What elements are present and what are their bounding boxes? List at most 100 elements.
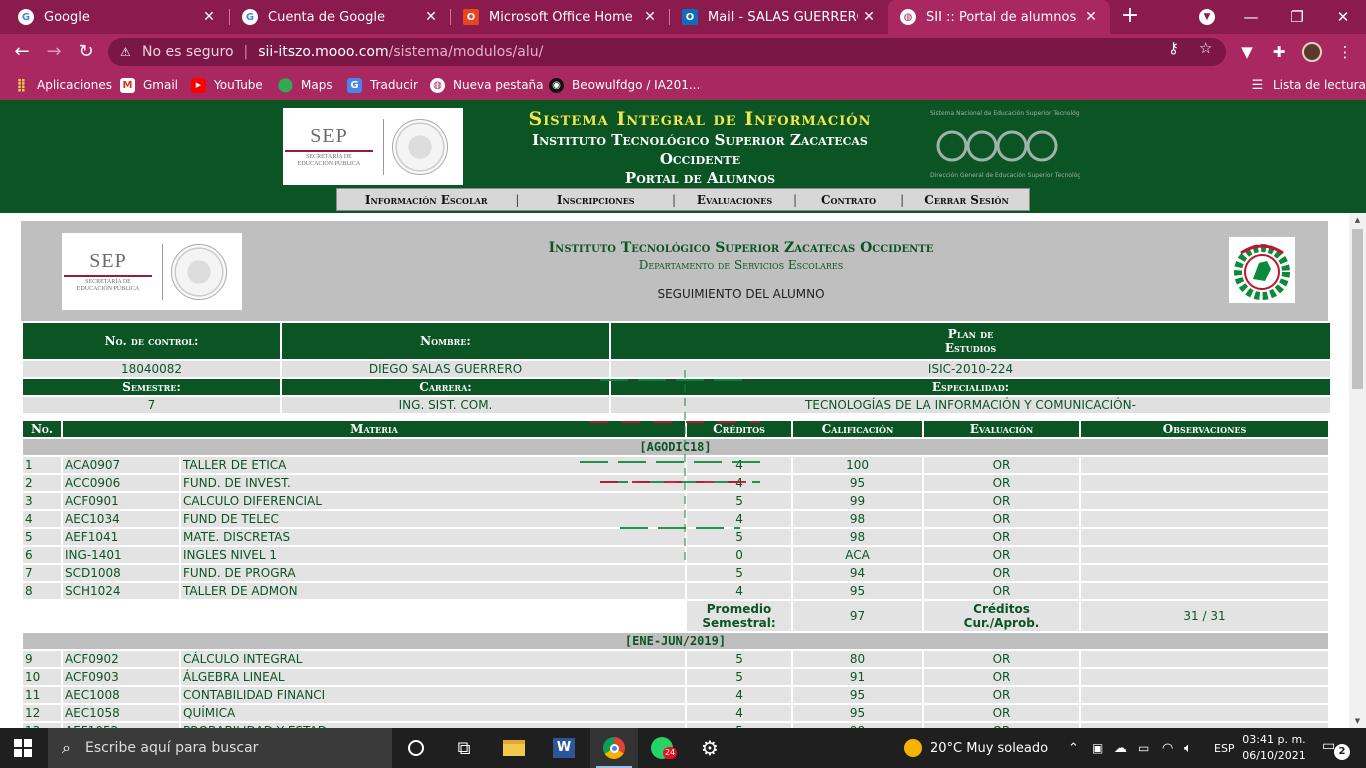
scroll-down-icon[interactable]: ▼ [1349,717,1366,725]
file-explorer-icon[interactable] [490,728,538,768]
subject-grade: 95 [793,687,923,703]
restore-button[interactable]: ❐ [1274,0,1320,34]
row-number: 2 [23,475,61,491]
row-number: 10 [23,669,61,685]
scroll-up-icon[interactable]: ▲ [1349,216,1366,224]
insecure-label[interactable]: No es seguro [142,44,234,60]
avatar[interactable] [1302,42,1322,62]
meet-now-icon[interactable]: ▣ [1092,728,1103,768]
settings-gear-icon[interactable]: ⚙ [686,728,734,768]
minimize-button[interactable]: — [1228,0,1274,34]
menu-evaluaciones[interactable]: Evaluaciones [676,193,793,207]
back-button[interactable]: ← [10,40,34,64]
task-view-icon[interactable]: ⧉ [440,728,488,768]
bookmark-github[interactable]: ◉ Beowulfdgo / IA201... [549,76,700,94]
subject-credits: 5 [687,651,792,667]
grades-table: No. Materia Créditos Calificación Evalua… [21,419,1330,728]
specialty-label: Especialidad: [611,379,1330,395]
taskbar-search[interactable]: ⌕ Escribe aquí para buscar [48,728,392,768]
itszo-gear-icon [1234,244,1290,300]
chrome-icon[interactable] [590,728,638,768]
subject-observations [1081,493,1329,509]
subject-name: TALLER DE ADMON [181,583,686,599]
cortana-circle-icon[interactable] [392,728,440,768]
sun-cloud-icon [904,739,922,757]
dgest-logo: Sistema Nacional de Educación Superior T… [930,110,1080,179]
subject-name: TALLER DE ETICA [181,457,686,473]
bookmark-maps[interactable]: ⬤ Maps [278,76,333,94]
subject-credits: 4 [687,511,792,527]
tab-sii-portal[interactable]: ◍ SII :: Portal de alumnos ✕ [888,0,1110,34]
google-icon: G [242,9,258,25]
menu-inscripciones[interactable]: Inscripciones [519,193,672,207]
battery-icon[interactable]: ▭ [1138,728,1149,768]
windows-start-icon[interactable] [14,739,32,757]
warning-icon[interactable]: ⚠ [120,45,134,59]
word-icon[interactable]: W [540,728,588,768]
menu-contrato[interactable]: Contrato [797,193,900,207]
bookmark-gmail[interactable]: M Gmail [120,76,178,94]
subject-code: SCD1008 [63,565,179,581]
reading-list[interactable]: ☰ Lista de lectura [1250,76,1366,94]
subject-evaluation: OR [924,511,1080,527]
bookmark-label: Nueva pestaña [453,78,544,92]
forward-button[interactable]: → [42,40,66,64]
tab-google[interactable]: G Google ✕ [6,0,228,34]
close-icon[interactable]: ✕ [420,9,442,25]
subject-code: AEC1008 [63,687,179,703]
close-icon[interactable]: ✕ [639,9,661,25]
system-title: Sistema Integral de Información [528,108,872,130]
onedrive-cloud-icon[interactable]: ☁ [1114,728,1127,768]
key-icon[interactable]: ⚷ [1168,39,1179,57]
star-icon[interactable]: ☆ [1199,39,1212,57]
tab-cuenta-google[interactable]: G Cuenta de Google ✕ [230,0,450,34]
subject-observations [1081,529,1329,545]
address-bar[interactable]: ⚠ No es seguro | sii-itszo.mooo.com/sist… [108,38,1226,66]
volume-icon[interactable]: 🔈︎ [1184,728,1192,768]
main-menu: Información Escolar | Inscripciones | Ev… [336,188,1030,211]
puzzle-icon[interactable]: ✚ [1268,41,1290,63]
tab-office-home[interactable]: O Microsoft Office Home ✕ [451,0,669,34]
bookmark-apps[interactable]: ⣿ Aplicaciones [14,76,112,94]
notifications-button[interactable]: ▭ 2 [1322,738,1350,760]
subject-observations [1081,705,1329,721]
subject-credits: 4 [687,705,792,721]
address-divider: | [243,44,249,60]
report-header: SEP SECRETARÍA DE EDUCACIÓN PÚBLICA Inst… [21,221,1328,321]
reload-button[interactable]: ↻ [74,40,98,64]
extension-filter-icon[interactable]: ▼ [1236,41,1258,63]
tab-mail[interactable]: O Mail - SALAS GUERRERO DIEGO ✕ [670,0,888,34]
page-scrollbar[interactable]: ▲ ▼ [1349,213,1366,728]
new-tab-button[interactable]: + [1118,4,1142,28]
avg-label: Promedio Semestral: [687,601,792,631]
mexico-seal-icon [171,243,227,300]
close-window-button[interactable]: ✕ [1320,0,1366,34]
bookmark-traducir[interactable]: G Traducir [347,76,418,94]
close-icon[interactable]: ✕ [1080,9,1102,25]
tray-chevron-icon[interactable]: ⌃ [1068,728,1079,768]
subject-code: ACC0906 [63,475,179,491]
weather-widget[interactable]: 20°C Muy soleado [904,728,1048,768]
col-materia: Materia [63,421,686,437]
subject-code: ACF0902 [63,651,179,667]
col-observaciones: Observaciones [1081,421,1329,437]
close-icon[interactable]: ✕ [858,9,880,25]
tab-search-button[interactable]: ▼ [1184,0,1230,34]
system-clock[interactable]: 03:41 p. m. 06/10/2021 [1240,732,1308,764]
menu-informacion-escolar[interactable]: Información Escolar [337,193,515,207]
kebab-menu-icon[interactable]: ⋮ [1334,41,1356,63]
scrollbar-thumb[interactable] [1352,229,1363,389]
credits-label: Créditos Cur./Aprob. [924,601,1080,631]
subject-name: INGLES NIVEL 1 [181,547,686,563]
close-icon[interactable]: ✕ [198,9,220,25]
bookmark-nueva-pestana[interactable]: ◍ Nueva pestaña [430,76,544,94]
grade-row: 8 SCH1024 TALLER DE ADMON 4 95 OR [23,583,1329,599]
subject-name: CONTABILIDAD FINANCI [181,687,686,703]
row-number: 3 [23,493,61,509]
wifi-icon[interactable]: ◠ [1162,728,1173,768]
bookmark-youtube[interactable]: ▶ YouTube [191,76,263,94]
grade-row: 1 ACA0907 TALLER DE ETICA 4 100 OR [23,457,1329,473]
language-indicator[interactable]: ESP [1214,728,1235,768]
whatsapp-icon[interactable]: 24 [638,728,686,768]
menu-cerrar-sesion[interactable]: Cerrar Sesión [904,193,1029,207]
